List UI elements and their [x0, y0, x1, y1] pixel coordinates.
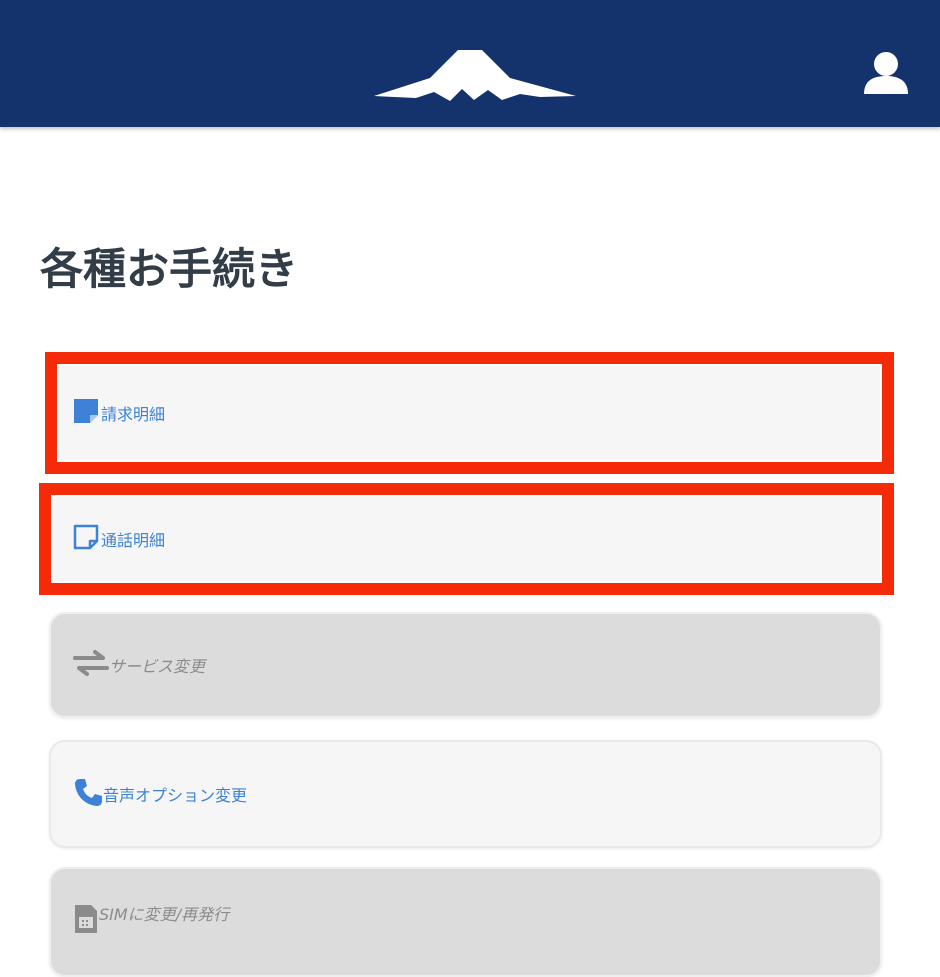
menu-item-call-details[interactable]: 通話明細	[53, 497, 880, 581]
sim-card-icon	[73, 903, 99, 939]
user-account-button[interactable]	[856, 48, 916, 100]
menu-item-sim-change-reissue[interactable]: SIMに変更/再発行	[49, 867, 882, 977]
swap-arrows-icon	[73, 648, 109, 682]
highlight-frame: 通話明細	[39, 483, 894, 595]
menu-item-label: SIMに変更/再発行	[99, 905, 230, 924]
menu-item-label: サービス変更	[109, 657, 206, 676]
page-title: 各種お手続き	[40, 245, 298, 295]
phone-icon	[73, 777, 103, 811]
mount-fuji-logo[interactable]	[370, 40, 580, 104]
menu-item-service-change[interactable]: サービス変更	[49, 612, 882, 718]
app-header	[0, 0, 940, 127]
menu-item-label: 通話明細	[101, 531, 166, 550]
menu-item-label: 音声オプション変更	[103, 786, 248, 805]
menu-item-billing-details[interactable]: 請求明細	[59, 366, 880, 460]
highlight-frame: 請求明細	[45, 352, 894, 474]
note-filled-icon	[71, 396, 101, 430]
user-icon	[864, 52, 908, 94]
menu-item-voice-option-change[interactable]: 音声オプション変更	[49, 740, 882, 848]
menu-item-label: 請求明細	[101, 405, 166, 424]
note-outline-icon	[71, 522, 101, 556]
